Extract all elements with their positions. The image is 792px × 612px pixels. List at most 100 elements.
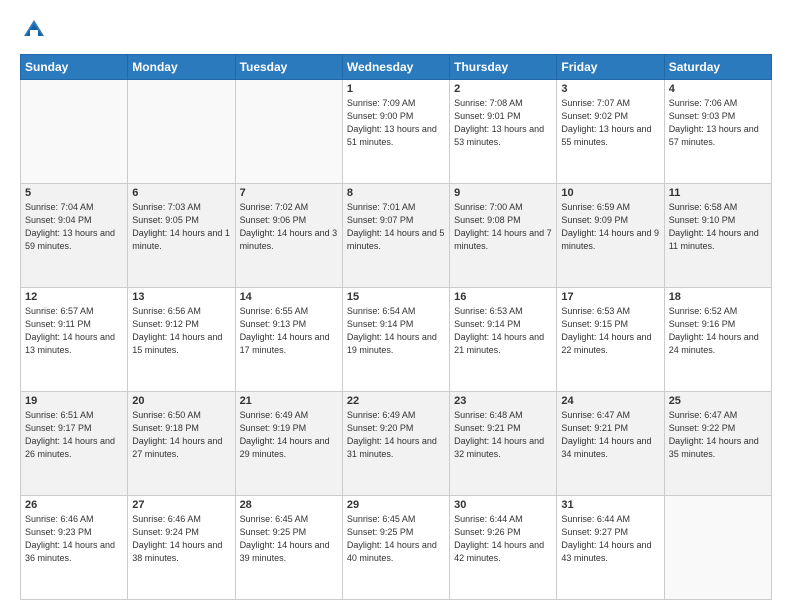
calendar-cell: 18 Sunrise: 6:52 AM Sunset: 9:16 PM Dayli… [664, 288, 771, 392]
calendar-cell: 7Sunrise: 7:02 AM Sunset: 9:06 PM Daylig… [235, 184, 342, 288]
day-number: 25 [669, 395, 767, 407]
calendar-cell: 20 Sunrise: 6:50 AM Sunset: 9:18 PM Dayli… [128, 392, 235, 496]
day-number: 21 [240, 395, 338, 407]
calendar-cell [664, 496, 771, 600]
day-content: Sunrise: 7:06 AM Sunset: 9:03 PM Dayligh… [669, 97, 767, 149]
day-number: 10 [561, 187, 659, 199]
day-content: Sunrise: 6:49 AM Sunset: 9:19 PM Dayligh… [240, 409, 338, 461]
calendar-week-row: 26Sunrise: 6:46 AM Sunset: 9:23 PM Dayli… [21, 496, 772, 600]
day-content: Sunrise: 6:47 AM Sunset: 9:22 PM Dayligh… [669, 409, 767, 461]
calendar-cell [128, 80, 235, 184]
day-header-thursday: Thursday [450, 55, 557, 80]
page: SundayMondayTuesdayWednesdayThursdayFrid… [0, 0, 792, 612]
calendar-cell: 28 Sunrise: 6:45 AM Sunset: 9:25 PM Dayli… [235, 496, 342, 600]
day-number: 29 [347, 499, 445, 511]
calendar-cell: 30 Sunrise: 6:44 AM Sunset: 9:26 PM Dayli… [450, 496, 557, 600]
day-number: 4 [669, 83, 767, 95]
header [20, 16, 772, 44]
day-header-friday: Friday [557, 55, 664, 80]
day-content: Sunrise: 6:49 AM Sunset: 9:20 PM Dayligh… [347, 409, 445, 461]
calendar-week-row: 5 Sunrise: 7:04 AM Sunset: 9:04 PM Daylig… [21, 184, 772, 288]
day-content: Sunrise: 6:54 AM Sunset: 9:14 PM Dayligh… [347, 305, 445, 357]
day-number: 17 [561, 291, 659, 303]
day-header-tuesday: Tuesday [235, 55, 342, 80]
day-number: 18 [669, 291, 767, 303]
logo-icon [20, 16, 48, 44]
day-content: Sunrise: 6:57 AM Sunset: 9:11 PM Dayligh… [25, 305, 123, 357]
calendar-cell: 16Sunrise: 6:53 AM Sunset: 9:14 PM Dayli… [450, 288, 557, 392]
day-number: 9 [454, 187, 552, 199]
day-content: Sunrise: 6:53 AM Sunset: 9:15 PM Dayligh… [561, 305, 659, 357]
day-content: Sunrise: 6:44 AM Sunset: 9:26 PM Dayligh… [454, 513, 552, 565]
day-number: 30 [454, 499, 552, 511]
day-number: 3 [561, 83, 659, 95]
day-header-wednesday: Wednesday [342, 55, 449, 80]
day-content: Sunrise: 6:50 AM Sunset: 9:18 PM Dayligh… [132, 409, 230, 461]
calendar-cell: 3Sunrise: 7:07 AM Sunset: 9:02 PM Daylig… [557, 80, 664, 184]
logo [20, 16, 52, 44]
calendar-cell: 21 Sunrise: 6:49 AM Sunset: 9:19 PM Dayli… [235, 392, 342, 496]
day-content: Sunrise: 6:52 AM Sunset: 9:16 PM Dayligh… [669, 305, 767, 357]
calendar-cell: 14 Sunrise: 6:55 AM Sunset: 9:13 PM Dayli… [235, 288, 342, 392]
day-number: 24 [561, 395, 659, 407]
calendar-cell: 22Sunrise: 6:49 AM Sunset: 9:20 PM Dayli… [342, 392, 449, 496]
day-content: Sunrise: 6:48 AM Sunset: 9:21 PM Dayligh… [454, 409, 552, 461]
day-content: Sunrise: 6:55 AM Sunset: 9:13 PM Dayligh… [240, 305, 338, 357]
calendar-cell: 9 Sunrise: 7:00 AM Sunset: 9:08 PM Daylig… [450, 184, 557, 288]
day-content: Sunrise: 6:59 AM Sunset: 9:09 PM Dayligh… [561, 201, 659, 253]
day-number: 23 [454, 395, 552, 407]
calendar: SundayMondayTuesdayWednesdayThursdayFrid… [20, 54, 772, 600]
calendar-cell: 27 Sunrise: 6:46 AM Sunset: 9:24 PM Dayli… [128, 496, 235, 600]
day-content: Sunrise: 7:01 AM Sunset: 9:07 PM Dayligh… [347, 201, 445, 253]
day-content: Sunrise: 7:09 AM Sunset: 9:00 PM Dayligh… [347, 97, 445, 149]
day-content: Sunrise: 6:46 AM Sunset: 9:24 PM Dayligh… [132, 513, 230, 565]
day-number: 16 [454, 291, 552, 303]
calendar-week-row: 1 Sunrise: 7:09 AM Sunset: 9:00 PM Daylig… [21, 80, 772, 184]
calendar-cell: 31Sunrise: 6:44 AM Sunset: 9:27 PM Dayli… [557, 496, 664, 600]
day-content: Sunrise: 7:08 AM Sunset: 9:01 PM Dayligh… [454, 97, 552, 149]
day-number: 27 [132, 499, 230, 511]
day-content: Sunrise: 6:45 AM Sunset: 9:25 PM Dayligh… [347, 513, 445, 565]
calendar-cell [21, 80, 128, 184]
day-content: Sunrise: 6:58 AM Sunset: 9:10 PM Dayligh… [669, 201, 767, 253]
day-number: 28 [240, 499, 338, 511]
day-header-monday: Monday [128, 55, 235, 80]
calendar-cell: 12 Sunrise: 6:57 AM Sunset: 9:11 PM Dayli… [21, 288, 128, 392]
calendar-cell: 10 Sunrise: 6:59 AM Sunset: 9:09 PM Dayli… [557, 184, 664, 288]
calendar-cell: 23 Sunrise: 6:48 AM Sunset: 9:21 PM Dayli… [450, 392, 557, 496]
calendar-cell: 26Sunrise: 6:46 AM Sunset: 9:23 PM Dayli… [21, 496, 128, 600]
day-content: Sunrise: 6:56 AM Sunset: 9:12 PM Dayligh… [132, 305, 230, 357]
day-number: 1 [347, 83, 445, 95]
day-number: 5 [25, 187, 123, 199]
calendar-header-row: SundayMondayTuesdayWednesdayThursdayFrid… [21, 55, 772, 80]
calendar-week-row: 19Sunrise: 6:51 AM Sunset: 9:17 PM Dayli… [21, 392, 772, 496]
day-number: 20 [132, 395, 230, 407]
calendar-cell: 1 Sunrise: 7:09 AM Sunset: 9:00 PM Daylig… [342, 80, 449, 184]
day-number: 6 [132, 187, 230, 199]
day-number: 15 [347, 291, 445, 303]
calendar-cell: 4 Sunrise: 7:06 AM Sunset: 9:03 PM Daylig… [664, 80, 771, 184]
calendar-week-row: 12 Sunrise: 6:57 AM Sunset: 9:11 PM Dayli… [21, 288, 772, 392]
day-number: 26 [25, 499, 123, 511]
day-number: 11 [669, 187, 767, 199]
day-number: 31 [561, 499, 659, 511]
calendar-cell: 2 Sunrise: 7:08 AM Sunset: 9:01 PM Daylig… [450, 80, 557, 184]
calendar-cell [235, 80, 342, 184]
day-number: 12 [25, 291, 123, 303]
day-number: 2 [454, 83, 552, 95]
day-content: Sunrise: 7:00 AM Sunset: 9:08 PM Dayligh… [454, 201, 552, 253]
calendar-cell: 5 Sunrise: 7:04 AM Sunset: 9:04 PM Daylig… [21, 184, 128, 288]
day-content: Sunrise: 7:03 AM Sunset: 9:05 PM Dayligh… [132, 201, 230, 253]
day-number: 8 [347, 187, 445, 199]
day-number: 14 [240, 291, 338, 303]
day-content: Sunrise: 6:47 AM Sunset: 9:21 PM Dayligh… [561, 409, 659, 461]
day-header-saturday: Saturday [664, 55, 771, 80]
day-number: 7 [240, 187, 338, 199]
calendar-cell: 25 Sunrise: 6:47 AM Sunset: 9:22 PM Dayli… [664, 392, 771, 496]
calendar-cell: 29 Sunrise: 6:45 AM Sunset: 9:25 PM Dayli… [342, 496, 449, 600]
day-content: Sunrise: 6:45 AM Sunset: 9:25 PM Dayligh… [240, 513, 338, 565]
day-content: Sunrise: 7:04 AM Sunset: 9:04 PM Dayligh… [25, 201, 123, 253]
calendar-cell: 17 Sunrise: 6:53 AM Sunset: 9:15 PM Dayli… [557, 288, 664, 392]
calendar-cell: 11 Sunrise: 6:58 AM Sunset: 9:10 PM Dayli… [664, 184, 771, 288]
day-content: Sunrise: 6:51 AM Sunset: 9:17 PM Dayligh… [25, 409, 123, 461]
